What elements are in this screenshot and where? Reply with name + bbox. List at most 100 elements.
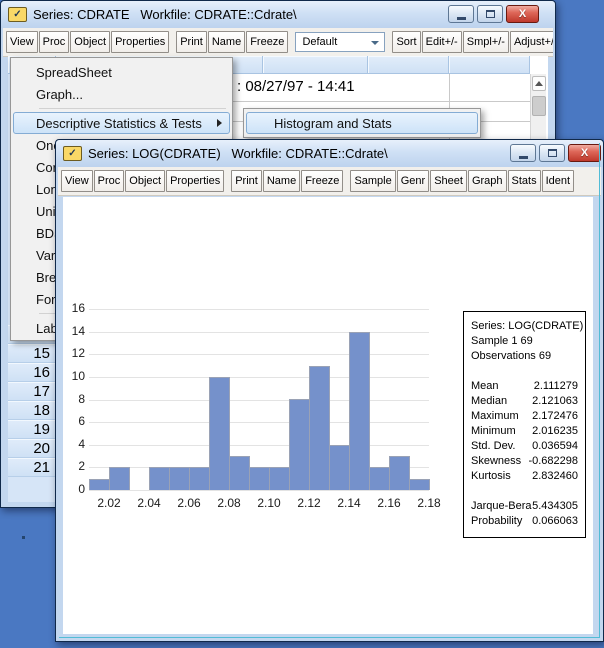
x-axis-label: 2.14 <box>332 496 366 510</box>
desktop-dot <box>22 536 25 539</box>
stats-row: Mean2.111279 <box>471 379 578 394</box>
toolbar-button-freeze[interactable]: Freeze <box>246 31 288 53</box>
chart-gridline <box>89 422 429 423</box>
y-axis-label: 12 <box>63 346 85 360</box>
toolbar-button-print[interactable]: Print <box>176 31 207 53</box>
row-header-cells: 1415161718192021 <box>8 325 56 478</box>
toolbar-button-sort[interactable]: Sort <box>392 31 420 53</box>
toolbar-button-freeze[interactable]: Freeze <box>301 170 343 192</box>
chevron-down-icon <box>371 41 379 45</box>
row-header-cell[interactable]: 19 <box>8 420 56 439</box>
stats-value: 2.172476 <box>532 409 578 424</box>
toolbar-button-proc[interactable]: Proc <box>39 31 70 53</box>
header-cell[interactable] <box>368 56 449 74</box>
row-header-cell[interactable]: 18 <box>8 401 56 420</box>
stats-header-line: Series: LOG(CDRATE) <box>471 319 578 334</box>
submenu-arrow-icon <box>217 119 222 127</box>
stats-row: Skewness -0.682298 <box>471 454 578 469</box>
stats-header-line: Observations 69 <box>471 349 578 364</box>
header-cell[interactable] <box>263 56 368 74</box>
menu-item-descriptive-statistics-tests[interactable]: Descriptive Statistics & Tests <box>13 112 230 134</box>
last-updated-text: : 08/27/97 - 14:41 <box>237 78 355 95</box>
toolbar-button-properties[interactable]: Properties <box>111 31 169 53</box>
row-header-cell[interactable]: 15 <box>8 344 56 363</box>
close-button[interactable]: X <box>506 5 539 23</box>
row-header-cell[interactable]: 16 <box>8 363 56 382</box>
stats-label: Skewness <box>471 454 521 469</box>
minimize-button[interactable] <box>510 144 536 162</box>
y-axis-label: 10 <box>63 369 85 383</box>
toolbar-button-ident[interactable]: Ident <box>542 170 574 192</box>
x-axis-label: 2.06 <box>172 496 206 510</box>
toolbar-button-edit[interactable]: Edit+/- <box>422 31 462 53</box>
stats-label: Median <box>471 394 507 409</box>
toolbar-button-sample[interactable]: Sample <box>350 170 395 192</box>
window-series-log-cdrate: ✓ Series: LOG(CDRATE) Workfile: CDRATE::… <box>55 139 604 642</box>
maximize-button[interactable] <box>539 144 565 162</box>
toolbar-button-stats[interactable]: Stats <box>508 170 541 192</box>
stats-label: Minimum <box>471 424 516 439</box>
toolbar-button-adjust[interactable]: Adjust+/- <box>510 31 553 53</box>
toolbar-button-genr[interactable]: Genr <box>397 170 429 192</box>
scroll-up-button[interactable] <box>532 76 546 91</box>
toolbar-button-view[interactable]: View <box>6 31 38 53</box>
maximize-button[interactable] <box>477 5 503 23</box>
toolbar-button-view[interactable]: View <box>61 170 93 192</box>
histogram-view: 02468101214162.022.042.062.082.102.122.1… <box>63 197 593 634</box>
scroll-thumb[interactable] <box>532 96 546 116</box>
header-cell[interactable] <box>449 56 530 74</box>
window-title: Series: LOG(CDRATE) Workfile: CDRATE::Cd… <box>88 146 388 161</box>
stats-value: 2.016235 <box>532 424 578 439</box>
chart-gridline <box>89 354 429 355</box>
stats-label: Probability <box>471 514 522 529</box>
histogram-bar <box>229 456 250 490</box>
x-axis-label: 2.16 <box>372 496 406 510</box>
toolbar-button-smpl[interactable]: Smpl+/- <box>463 31 509 53</box>
row-header-cell[interactable]: 21 <box>8 458 56 477</box>
stats-label: Jarque-Bera <box>471 499 532 514</box>
close-icon: X <box>519 8 526 20</box>
minimize-button[interactable] <box>448 5 474 23</box>
stats-row: Jarque-Bera5.434305 <box>471 499 578 514</box>
eviews-series-icon: ✓ <box>63 146 82 161</box>
stats-value: -0.682298 <box>528 454 578 469</box>
maximize-icon <box>548 149 557 157</box>
chart-gridline <box>89 377 429 378</box>
toolbar-button-name[interactable]: Name <box>208 31 245 53</box>
toolbar: ViewProcObjectProperties PrintNameFreeze D… <box>3 28 553 57</box>
histogram-bar <box>209 377 230 490</box>
stats-value: 0.066063 <box>532 514 578 529</box>
y-axis-label: 8 <box>63 392 85 406</box>
toolbar-button-object[interactable]: Object <box>125 170 165 192</box>
toolbar-button-properties[interactable]: Properties <box>166 170 224 192</box>
menu-item-graph[interactable]: Graph... <box>13 83 230 105</box>
row-header-cell[interactable]: 17 <box>8 382 56 401</box>
toolbar-button-sheet[interactable]: Sheet <box>430 170 467 192</box>
histogram-bar <box>329 445 350 490</box>
toolbar-button-object[interactable]: Object <box>70 31 110 53</box>
menu-item-spreadsheet[interactable]: SpreadSheet <box>13 61 230 83</box>
menu-item-histogram-and-stats[interactable]: Histogram and Stats <box>246 112 478 134</box>
chart-gridline <box>89 445 429 446</box>
stats-box: Series: LOG(CDRATE)Sample 1 69Observatio… <box>463 311 586 538</box>
default-combo[interactable]: Default <box>295 32 385 52</box>
histogram-bar <box>269 467 290 490</box>
row-header-cell[interactable]: 20 <box>8 439 56 458</box>
stats-row: Probability 0.066063 <box>471 514 578 529</box>
stats-value: 0.036594 <box>532 439 578 454</box>
close-button[interactable]: X <box>568 144 601 162</box>
stats-row: Std. Dev.0.036594 <box>471 439 578 454</box>
toolbar-button-proc[interactable]: Proc <box>94 170 125 192</box>
chart-gridline <box>89 490 429 491</box>
stats-row: Minimum 2.016235 <box>471 424 578 439</box>
stats-value: 2.832460 <box>532 469 578 484</box>
y-axis-label: 16 <box>63 301 85 315</box>
y-axis-label: 0 <box>63 482 85 496</box>
y-axis-label: 6 <box>63 414 85 428</box>
toolbar-button-name[interactable]: Name <box>263 170 300 192</box>
x-axis-label: 2.02 <box>92 496 126 510</box>
histogram-bar <box>409 479 430 490</box>
toolbar-button-print[interactable]: Print <box>231 170 262 192</box>
toolbar-button-graph[interactable]: Graph <box>468 170 507 192</box>
histogram-bar <box>149 467 170 490</box>
